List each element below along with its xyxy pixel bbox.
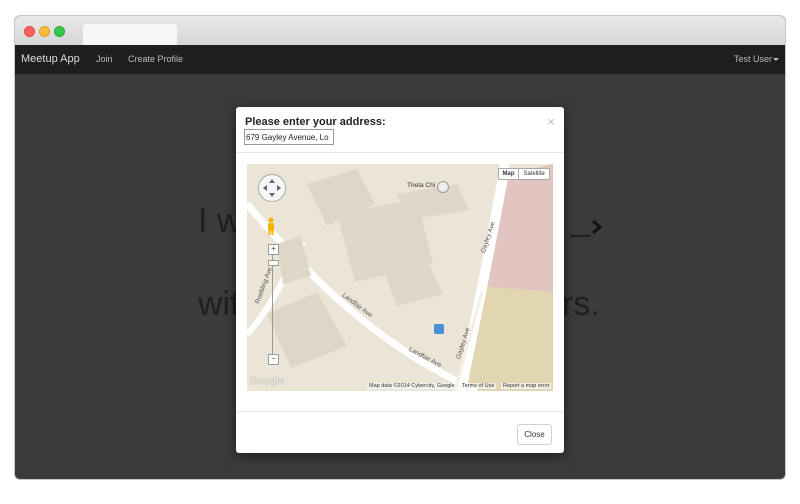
place-label-theta-chi[interactable]: Theta Chi [407, 182, 435, 189]
nav-join-link[interactable]: Join [96, 54, 113, 64]
hero-line1-right: _ [571, 200, 590, 238]
hero-line2-right: rs. [562, 285, 600, 323]
browser-tab[interactable] [83, 24, 177, 45]
hero-line2-left: wit [198, 285, 240, 323]
map-view[interactable]: Map Satellite + − Theta Chi Landfair Ave… [247, 164, 553, 391]
hero-line1-left: I w [198, 202, 242, 240]
terms-of-use-link[interactable]: Terms of Use [460, 383, 497, 389]
zoom-in-button[interactable]: + [268, 244, 279, 255]
google-logo[interactable]: Google [250, 376, 284, 387]
caret-down-icon [773, 58, 779, 62]
zoom-out-button[interactable]: − [268, 354, 279, 365]
report-map-error-link[interactable]: Report a map error [501, 383, 552, 389]
browser-titlebar [15, 16, 785, 45]
modal-header: Please enter your address: × [236, 107, 564, 153]
pan-control-icon[interactable] [258, 174, 286, 202]
minimize-window-icon[interactable] [39, 26, 50, 37]
zoom-slider-thumb[interactable] [268, 260, 279, 266]
university-icon[interactable] [437, 181, 449, 193]
map-type-map-button[interactable]: Map [498, 168, 519, 180]
address-input[interactable] [244, 129, 334, 145]
pan-arrows-icon [263, 179, 281, 197]
close-button[interactable]: Close [517, 424, 552, 445]
modal-footer: Close [236, 411, 564, 454]
map-canvas[interactable] [247, 164, 553, 391]
pegman-icon[interactable] [266, 217, 276, 235]
close-window-icon[interactable] [24, 26, 35, 37]
modal-title: Please enter your address: [245, 116, 386, 128]
address-modal: Please enter your address: × Map Satelli… [236, 107, 564, 453]
maximize-window-icon[interactable] [54, 26, 65, 37]
user-menu-dropdown[interactable]: Test User [734, 54, 779, 64]
nav-create-profile-link[interactable]: Create Profile [128, 54, 183, 64]
close-icon[interactable]: × [547, 114, 555, 129]
user-menu-label: Test User [733, 54, 772, 64]
map-data-attribution: Map data ©2014 Cybercity, Google [367, 383, 457, 389]
brand-link[interactable]: Meetup App [21, 53, 80, 65]
app-navbar: Meetup App Join Create Profile Test User [15, 45, 785, 74]
chevron-right-icon[interactable] [591, 219, 603, 235]
bus-stop-icon[interactable] [434, 324, 444, 334]
map-type-satellite-button[interactable]: Satellite [518, 168, 550, 180]
